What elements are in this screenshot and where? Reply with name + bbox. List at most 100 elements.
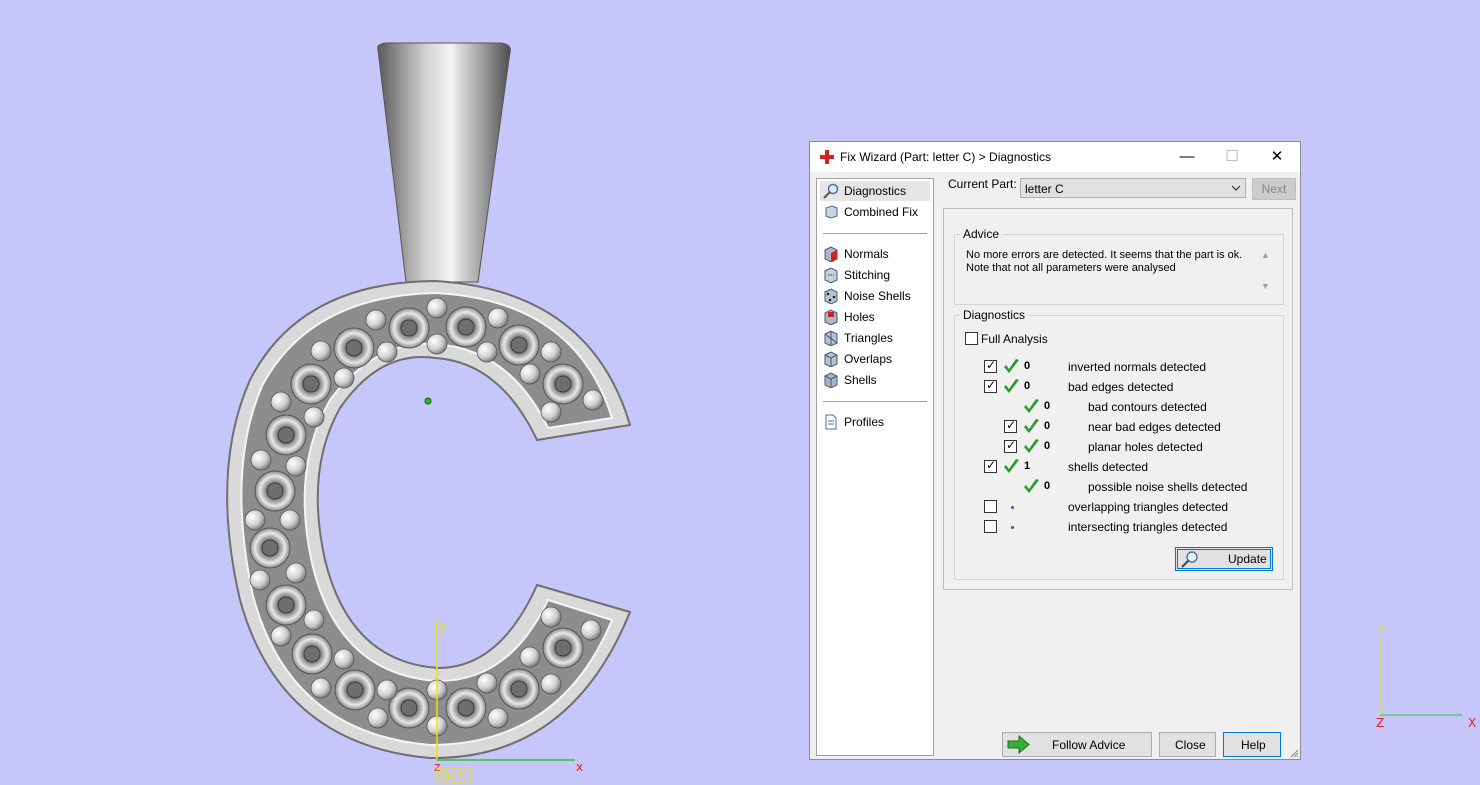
stone-hole — [400, 699, 418, 717]
green-check-icon — [1024, 419, 1039, 433]
wcs-label: WCS — [439, 769, 467, 783]
diagnostic-row: 0 possible noise shells detected — [955, 477, 1283, 497]
nav-item-normals[interactable]: Normals — [820, 244, 930, 264]
dialog-titlebar[interactable]: Fix Wizard (Part: letter C) > Diagnostic… — [810, 142, 1300, 172]
bead — [487, 707, 509, 729]
triangles-icon — [824, 330, 838, 346]
bead — [376, 341, 398, 363]
diagnostic-checkbox[interactable]: ✓ — [1004, 439, 1017, 453]
diagnostic-row: overlapping triangles detected — [955, 497, 1283, 517]
bead — [426, 297, 448, 319]
nav-label: Diagnostics — [844, 184, 907, 198]
stone-hole — [400, 319, 418, 337]
current-part-select[interactable]: letter C — [1020, 178, 1246, 198]
green-check-icon — [1024, 399, 1039, 413]
advice-text-box[interactable]: No more errors are detected. It seems th… — [964, 249, 1274, 295]
bead — [540, 401, 562, 423]
bead — [519, 363, 541, 385]
diagnostic-count: 0 — [1024, 380, 1031, 392]
diagnostic-row: ✓ 1 shells detected — [955, 457, 1283, 477]
diagnostic-label: bad edges detected — [1068, 380, 1174, 394]
bead — [365, 309, 387, 331]
green-check-icon — [1024, 439, 1039, 453]
update-label: Update — [1228, 552, 1267, 566]
update-button[interactable]: Update — [1175, 547, 1273, 571]
bead — [376, 679, 398, 701]
diagnostic-row: ✓ 0 inverted normals detected — [955, 357, 1283, 377]
stone-hole — [457, 318, 475, 336]
nav-label: Triangles — [844, 331, 893, 345]
diagnostic-row: ✓ 0 bad edges detected — [955, 377, 1283, 397]
bead — [367, 707, 389, 729]
nav-item-overlaps[interactable]: Overlaps — [820, 349, 930, 369]
bead — [249, 569, 271, 591]
diagnostic-checkbox[interactable] — [984, 520, 997, 533]
chevron-down-icon — [1231, 185, 1241, 191]
bead — [582, 389, 604, 411]
profiles-icon — [825, 414, 837, 430]
bead — [580, 619, 602, 641]
stone-hole — [510, 680, 528, 698]
corner-y-label: Y — [1377, 623, 1386, 637]
dialog-title: Fix Wizard (Part: letter C) > Diagnostic… — [840, 150, 1052, 164]
diagnostic-checkbox[interactable] — [984, 500, 997, 513]
stone-hole — [554, 375, 572, 393]
stone-hole — [277, 596, 295, 614]
stone-hole — [346, 681, 364, 699]
maximize-button[interactable]: ☐ — [1209, 142, 1255, 172]
checkmark-icon: ✓ — [986, 358, 997, 372]
red-cross-icon — [820, 150, 834, 164]
nav-item-stitching[interactable]: Stitching — [820, 265, 930, 285]
follow-advice-button[interactable]: Follow Advice — [1002, 732, 1152, 757]
bead — [487, 307, 509, 329]
scroll-up-icon[interactable]: ▲ — [1261, 250, 1270, 260]
diagnostic-checkbox[interactable]: ✓ — [984, 358, 997, 373]
stone-hole — [457, 699, 475, 717]
bead — [540, 606, 562, 628]
advice-title: Advice — [960, 227, 1003, 241]
nav-item-noise-shells[interactable]: Noise Shells — [820, 286, 930, 306]
green-arrow-icon — [1007, 735, 1030, 754]
nav-label: Overlaps — [844, 352, 893, 366]
scroll-down-icon[interactable]: ▼ — [1261, 281, 1270, 291]
corner-x-label: X — [1468, 716, 1476, 730]
diagnostic-count: 0 — [1044, 400, 1051, 412]
diagnostic-count: 0 — [1024, 360, 1031, 372]
bead — [540, 673, 562, 695]
resize-grip-icon[interactable] — [1289, 748, 1299, 758]
diagnostic-checkbox[interactable]: ✓ — [984, 379, 997, 393]
nav-label: Normals — [844, 247, 889, 261]
close-button[interactable]: Close — [1159, 732, 1216, 757]
nav-item-profiles[interactable]: Profiles — [820, 412, 930, 432]
green-check-icon — [1004, 379, 1019, 393]
overlaps-icon — [824, 351, 838, 367]
nav-item-holes[interactable]: Holes — [820, 307, 930, 327]
bead — [310, 677, 332, 699]
diagnostics-group: Diagnostics Full Analysis ✓ 0 inverted nor… — [954, 308, 1284, 580]
follow-advice-label: Follow Advice — [1052, 738, 1126, 752]
help-button[interactable]: Help — [1223, 732, 1281, 757]
pending-dot-icon — [1011, 526, 1014, 529]
diagnostic-row: 0 bad contours detected — [955, 397, 1283, 417]
diagnostic-label: inverted normals detected — [1068, 360, 1207, 374]
diagnostic-checkbox[interactable]: ✓ — [1004, 419, 1017, 433]
nav-item-diagnostics[interactable]: Diagnostics — [820, 181, 930, 201]
close-window-button[interactable]: ✕ — [1254, 142, 1300, 172]
normals-icon — [824, 246, 838, 262]
diagnostic-row: intersecting triangles detected — [955, 517, 1283, 537]
close-label: Close — [1175, 738, 1206, 752]
nav-item-shells[interactable]: Shells — [820, 370, 930, 390]
advice-scrollbar[interactable]: ▲ ▼ — [1257, 249, 1274, 295]
nav-item-triangles[interactable]: Triangles — [820, 328, 930, 348]
magnifier-icon — [823, 183, 839, 199]
diagnostic-checkbox[interactable]: ✓ — [984, 459, 997, 473]
minimize-button[interactable]: — — [1164, 142, 1210, 172]
stone-hole — [261, 539, 279, 557]
diagnostic-label: bad contours detected — [1088, 400, 1207, 414]
corner-z-label: Z — [1376, 716, 1384, 730]
full-analysis-checkbox[interactable] — [965, 332, 978, 345]
next-button[interactable]: Next — [1252, 178, 1296, 200]
combined-fix-icon — [825, 205, 838, 219]
diagnostics-title: Diagnostics — [960, 308, 1029, 322]
nav-item-combined-fix[interactable]: Combined Fix — [820, 202, 930, 222]
